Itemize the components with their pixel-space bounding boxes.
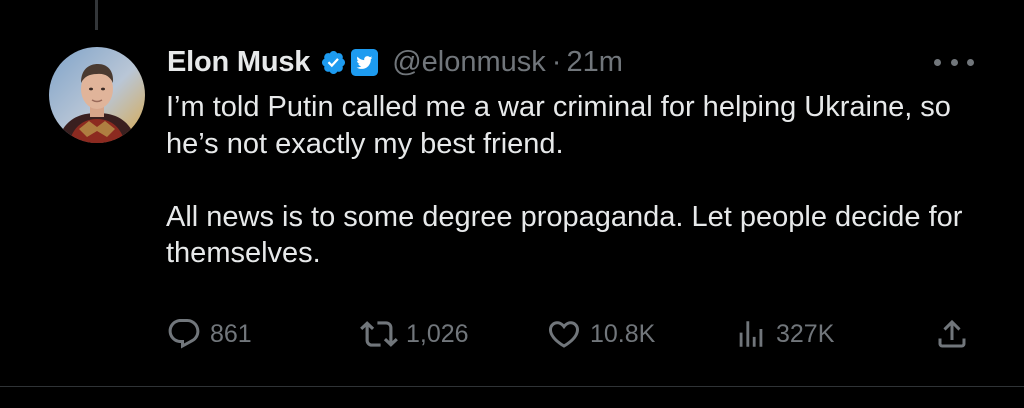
more-icon[interactable] bbox=[934, 52, 974, 72]
tweet-paragraph: I’m told Putin called me a war criminal … bbox=[166, 91, 951, 160]
reply-icon bbox=[168, 319, 200, 349]
repost-button[interactable]: 1,026 bbox=[360, 314, 469, 354]
share-icon bbox=[938, 319, 966, 348]
views-button[interactable]: 327K bbox=[734, 314, 834, 354]
action-bar: 861 1,026 10.8K 327K bbox=[0, 314, 1024, 354]
twitter-bird-icon bbox=[351, 48, 379, 76]
view-count: 327K bbox=[776, 319, 835, 348]
author-name[interactable]: Elon Musk bbox=[167, 46, 310, 79]
author-handle[interactable]: @elonmusk bbox=[392, 46, 546, 78]
bottom-divider bbox=[0, 386, 1024, 387]
tweet-header: Elon Musk @elonmusk · 21m bbox=[167, 40, 623, 84]
like-button[interactable]: 10.8K bbox=[546, 314, 655, 354]
reply-count: 861 bbox=[210, 319, 252, 348]
reply-button[interactable]: 861 bbox=[166, 314, 252, 354]
handle-and-time: @elonmusk · 21m bbox=[392, 46, 623, 79]
like-count: 10.8K bbox=[590, 319, 656, 348]
verified-check-icon bbox=[322, 50, 346, 74]
repost-count: 1,026 bbox=[406, 319, 469, 348]
timestamp[interactable]: 21m bbox=[566, 46, 622, 78]
tweet-paragraph: All news is to some degree propaganda. L… bbox=[166, 200, 963, 270]
avatar[interactable] bbox=[49, 47, 145, 143]
like-icon bbox=[548, 321, 580, 348]
share-button[interactable] bbox=[934, 314, 970, 354]
separator-dot: · bbox=[551, 45, 562, 78]
thread-connector-line bbox=[95, 0, 98, 30]
repost-icon bbox=[360, 321, 398, 347]
views-icon bbox=[739, 321, 763, 347]
tweet-text: I’m told Putin called me a war criminal … bbox=[166, 89, 966, 272]
